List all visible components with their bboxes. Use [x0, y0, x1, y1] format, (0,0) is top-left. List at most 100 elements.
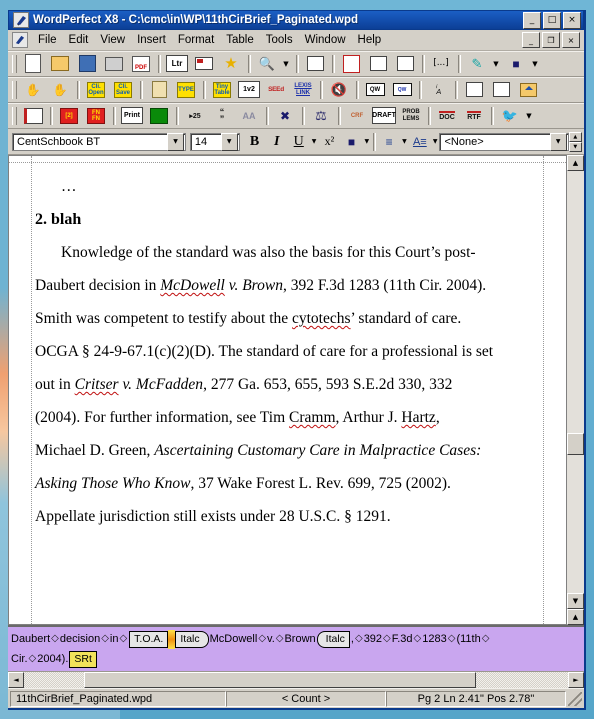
draft-button[interactable]: DRAFT — [371, 104, 397, 127]
small-caps-button[interactable]: AA — [236, 104, 262, 127]
menu-item-tools[interactable]: Tools — [260, 32, 299, 48]
fill-color-dropdown-chevron-down-icon[interactable]: ▼ — [530, 53, 540, 74]
vertical-scroll-thumb[interactable] — [567, 432, 584, 455]
letter-macro-button[interactable]: Ltr — [164, 52, 190, 75]
highlight-color-chevron-down-icon[interactable]: ▼ — [363, 132, 372, 152]
highlight-button[interactable]: ✎ — [464, 52, 490, 75]
menu-item-view[interactable]: View — [94, 32, 131, 48]
zoom-dropdown-chevron-down-icon[interactable]: ▼ — [281, 53, 291, 74]
insert-field-button[interactable]: [...] — [428, 52, 454, 75]
superscript-button[interactable]: x² — [318, 131, 340, 153]
horizontal-scroll-track[interactable] — [24, 672, 568, 688]
document-icon[interactable] — [12, 32, 28, 48]
page-setup-button[interactable] — [392, 52, 418, 75]
clipboard-button[interactable] — [146, 78, 172, 101]
text-style-chevron-down-icon[interactable]: ▼ — [431, 132, 440, 152]
lexis-link-button[interactable]: LEXIS LINK — [290, 78, 316, 101]
reading-view-button[interactable] — [20, 104, 46, 127]
status-position[interactable]: Pg 2 Ln 2.41" Pos 2.78" — [386, 690, 566, 707]
menu-item-window[interactable]: Window — [299, 32, 352, 48]
subscript-button[interactable]: ⁱA — [425, 78, 451, 101]
envelope-button[interactable] — [191, 52, 217, 75]
line-numbering-button[interactable]: 1v2 — [236, 78, 262, 101]
menu-item-file[interactable]: File — [32, 32, 63, 48]
tiny-table-button[interactable]: Tiny Table — [209, 78, 235, 101]
mdi-restore-button[interactable]: ❐ — [542, 32, 560, 48]
bird-macro-button[interactable]: 🐦 — [497, 104, 523, 127]
reveal-codes-line-1[interactable]: Daubert ◇ decision ◇ in ◇ T.O.A. Italc M… — [11, 629, 581, 649]
highlight-dropdown-chevron-down-icon[interactable]: ▼ — [491, 53, 501, 74]
type-button[interactable]: TYPE — [173, 78, 199, 101]
menu-item-edit[interactable]: Edit — [63, 32, 95, 48]
menu-item-format[interactable]: Format — [172, 32, 220, 48]
status-filename[interactable]: 11thCirBrief_Paginated.wpd — [10, 690, 226, 707]
publish-pdf-button[interactable]: PDF — [128, 52, 154, 75]
vertical-scrollbar[interactable]: ▲ ▼ ▲ — [566, 155, 584, 625]
numbering-button[interactable]: [2] — [56, 104, 82, 127]
propbar-spinner[interactable]: ▲ ▼ — [568, 131, 583, 152]
indent-button[interactable] — [461, 78, 487, 101]
previous-page-button[interactable]: ▲ — [567, 609, 584, 625]
mdi-close-button[interactable]: × — [562, 32, 580, 48]
style-combo[interactable]: <None> ▼ — [439, 132, 569, 151]
fill-color-button[interactable]: ■ — [503, 52, 529, 75]
highlight-color-button[interactable]: ■ — [340, 131, 362, 153]
quotation-button[interactable]: “” — [209, 104, 235, 127]
underline-dropdown-chevron-down-icon[interactable]: ▼ — [310, 132, 319, 152]
scales-button[interactable]: ⚖ — [308, 104, 334, 127]
client-open-button[interactable]: Cli. Open — [83, 78, 109, 101]
document-page[interactable]: … 2. blah Knowledge of the standard was … — [9, 156, 566, 624]
open-document-button[interactable] — [47, 52, 73, 75]
footnote-button[interactable]: FN FN — [83, 104, 109, 127]
document-view[interactable]: … 2. blah Knowledge of the standard was … — [8, 155, 566, 625]
double-indent-button[interactable] — [488, 78, 514, 101]
menu-item-help[interactable]: Help — [352, 32, 388, 48]
seed-button[interactable]: SEEd — [263, 78, 289, 101]
font-size-combo[interactable]: 14 ▼ — [189, 132, 240, 151]
justification-chevron-down-icon[interactable]: ▼ — [400, 132, 409, 152]
maximize-button[interactable]: □ — [543, 11, 561, 29]
rc-code-italic-on[interactable]: Italc — [175, 630, 209, 648]
favorite-button[interactable]: ★ — [218, 52, 244, 75]
rc-code-soft-return[interactable]: SRt — [69, 650, 97, 668]
document-text[interactable]: … 2. blah Knowledge of the standard was … — [35, 170, 540, 533]
minimize-button[interactable]: _ — [523, 11, 541, 29]
mute-button[interactable]: 🔇 — [326, 78, 352, 101]
toolbar-grip[interactable] — [12, 106, 17, 125]
save-document-button[interactable] — [74, 52, 100, 75]
justification-button[interactable]: ≡ — [378, 131, 400, 153]
scroll-right-button[interactable]: ► — [568, 672, 584, 688]
quickwords-button[interactable]: QW — [362, 78, 388, 101]
propbar-spinner-up[interactable]: ▲ — [568, 131, 583, 142]
save-as-doc-button[interactable]: DOC — [434, 104, 460, 127]
two-page-button[interactable] — [365, 52, 391, 75]
close-button[interactable]: × — [563, 11, 581, 29]
underline-button[interactable]: U — [288, 131, 310, 153]
reveal-codes-panel[interactable]: Daubert ◇ decision ◇ in ◇ T.O.A. Italc M… — [8, 625, 584, 671]
scroll-left-button[interactable]: ◄ — [8, 672, 24, 688]
rc-code-italic-off[interactable]: Italc — [316, 630, 350, 648]
redline-button[interactable] — [338, 52, 364, 75]
mdi-minimize-button[interactable]: _ — [522, 32, 540, 48]
client-save-button[interactable]: Cli. Save — [110, 78, 136, 101]
bird-macro-dropdown-chevron-down-icon[interactable]: ▼ — [524, 105, 534, 126]
print-button[interactable] — [101, 52, 127, 75]
zoom-button[interactable]: 🔍 — [254, 52, 280, 75]
indent-25-button[interactable]: ▸25 — [182, 104, 208, 127]
horizontal-scroll-thumb[interactable] — [83, 672, 476, 688]
horizontal-scrollbar[interactable]: ◄ ► — [8, 671, 584, 688]
green-table-button[interactable] — [146, 104, 172, 127]
rc-code-toa[interactable]: T.O.A. — [129, 630, 169, 648]
save-as-rtf-button[interactable]: RTF — [461, 104, 487, 127]
resize-grip[interactable] — [568, 691, 582, 706]
crf-button[interactable]: CRF — [344, 104, 370, 127]
text-style-button[interactable]: A≡ — [409, 131, 431, 153]
scroll-up-button[interactable]: ▲ — [567, 155, 584, 171]
bold-button[interactable]: B — [244, 131, 266, 153]
font-name-chevron-down-icon[interactable]: ▼ — [167, 132, 185, 151]
show-hide-button[interactable] — [302, 52, 328, 75]
menu-item-insert[interactable]: Insert — [131, 32, 172, 48]
macro-record-button[interactable]: ✋ — [47, 78, 73, 101]
italic-button[interactable]: I — [266, 131, 288, 153]
toolbar-grip[interactable] — [12, 80, 17, 99]
